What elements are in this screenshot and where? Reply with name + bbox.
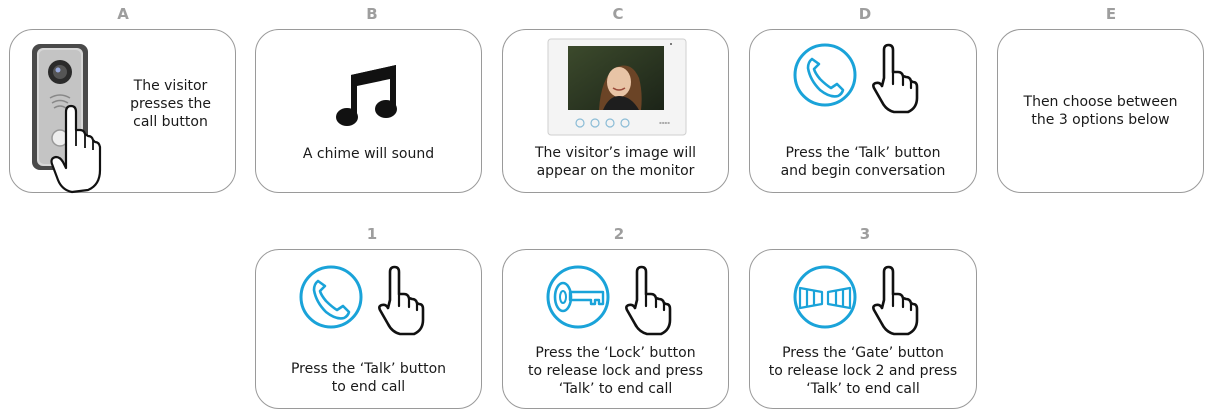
option-caption-1: Press the ‘Talk’ button to end call	[290, 361, 447, 395]
option-label-2: 2	[613, 225, 625, 243]
step-caption-e: Then choose between the 3 options below	[1023, 94, 1178, 128]
door-station-icon	[32, 44, 102, 194]
phone-icon	[299, 265, 363, 329]
monitor-icon: ▪▪▪▪	[547, 38, 687, 136]
step-caption-d: Press the ‘Talk’ button and begin conver…	[780, 145, 946, 179]
pointing-hand-icon	[872, 43, 919, 114]
option-label-1: 1	[366, 225, 378, 243]
pointing-hand-icon	[625, 265, 672, 336]
step-card-a: The visitor presses the call button	[9, 29, 236, 194]
pointing-hand-icon	[378, 265, 425, 336]
music-note-icon	[336, 65, 397, 126]
pointing-hand-icon	[872, 265, 919, 336]
option-caption-3: Press the ‘Gate’ button to release lock …	[768, 345, 958, 397]
step-label-b: B	[366, 5, 378, 23]
step-card-b: A chime will sound	[255, 29, 482, 193]
step-label-d: D	[858, 5, 872, 23]
option-card-1: Press the ‘Talk’ button to end call	[255, 249, 482, 409]
step-label-c: C	[612, 5, 624, 23]
phone-icon	[793, 43, 857, 107]
step-card-d: Press the ‘Talk’ button and begin conver…	[749, 29, 977, 193]
step-label-e: E	[1105, 5, 1117, 23]
option-card-2: Press the ‘Lock’ button to release lock …	[502, 249, 729, 409]
option-caption-2: Press the ‘Lock’ button to release lock …	[527, 345, 704, 397]
option-card-3: Press the ‘Gate’ button to release lock …	[749, 249, 977, 409]
step-caption-c: The visitor’s image will appear on the m…	[534, 145, 697, 179]
step-caption-a: The visitor presses the call button	[130, 78, 211, 130]
svg-text:▪▪▪▪: ▪▪▪▪	[659, 120, 670, 125]
option-label-3: 3	[859, 225, 871, 243]
key-icon	[546, 265, 610, 329]
step-card-c: ▪▪▪▪ The visitor’s image will appear on …	[502, 29, 729, 193]
step-label-a: A	[117, 5, 129, 23]
step-caption-b: A chime will sound	[302, 146, 435, 162]
gate-icon	[793, 265, 857, 329]
step-card-e: Then choose between the 3 options below	[997, 29, 1204, 193]
